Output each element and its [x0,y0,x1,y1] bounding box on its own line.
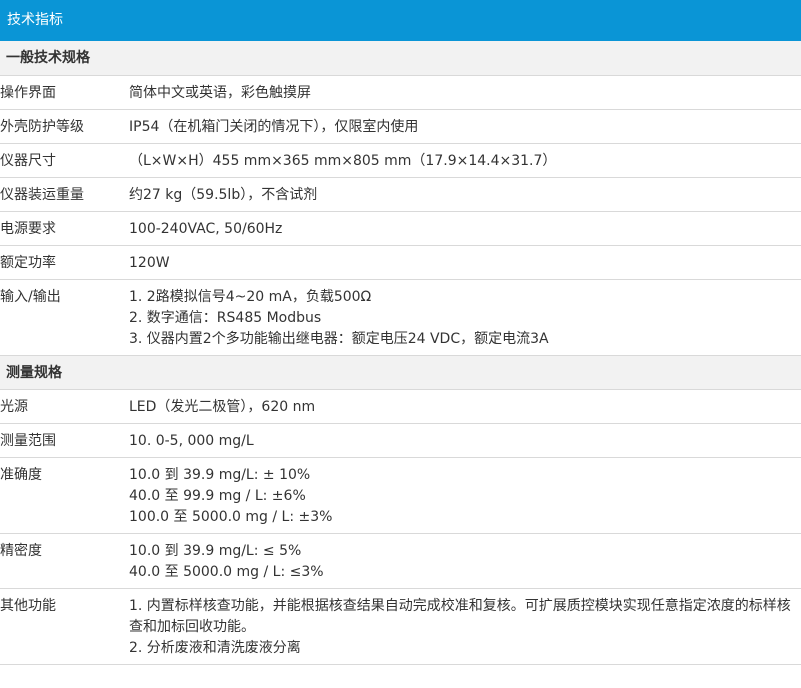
spec-value-line: 40.0 至 5000.0 mg / L: ≤3% [129,563,324,580]
spec-value: 120W [129,245,801,280]
spec-value-line: 1. 2路模拟信号4~20 mA，负载500Ω [129,288,372,305]
spec-row: 精密度 10.0 到 39.9 mg/L: ≤ 5% 40.0 至 5000.0 m… [0,533,801,589]
spec-value-line: LED（发光二极管），620 nm [129,398,316,415]
spec-value-line: 2. 数字通信：RS485 Modbus [129,309,322,326]
spec-value-line: 2. 分析废液和清洗废液分离 [129,639,301,656]
spec-value-line: 3. 仪器内置2个多功能输出继电器：额定电压24 VDC，额定电流3A [129,330,549,347]
spec-label: 外壳防护等级 [0,109,129,144]
spec-row: 输入/输出 1. 2路模拟信号4~20 mA，负载500Ω 2. 数字通信：RS48… [0,279,801,356]
spec-label: 输入/输出 [0,279,129,356]
spec-value-line: 10.0 到 39.9 mg/L: ± 10% [129,466,311,483]
spec-value: LED（发光二极管），620 nm [129,389,801,424]
spec-label: 测量范围 [0,423,129,458]
spec-value-line: 1. 内置标样核查功能，并能根据核查结果自动完成校准和复核。可扩展质控模块实现任… [129,597,791,635]
spec-value: （L×W×H）455 mm×365 mm×805 mm（17.9×14.4×31… [129,143,801,178]
spec-value: 10.0 到 39.9 mg/L: ≤ 5% 40.0 至 5000.0 mg /… [129,533,801,589]
spec-value: 约27 kg（59.5lb），不含试剂 [129,177,801,212]
spec-value: 1. 内置标样核查功能，并能根据核查结果自动完成校准和复核。可扩展质控模块实现任… [129,588,801,665]
spec-value-line: （L×W×H）455 mm×365 mm×805 mm（17.9×14.4×31… [129,152,557,169]
spec-value-line: 120W [129,254,170,271]
spec-label: 仪器装运重量 [0,177,129,212]
section-title: 测量规格 [0,355,801,390]
spec-row: 其他功能 1. 内置标样核查功能，并能根据核查结果自动完成校准和复核。可扩展质控模… [0,588,801,665]
spec-value: 10.0 到 39.9 mg/L: ± 10% 40.0 至 99.9 mg / … [129,457,801,534]
spec-label: 额定功率 [0,245,129,280]
spec-table: 一般技术规格 操作界面 简体中文或英语，彩色触摸屏 外壳防护等级 IP54（在机箱门关闭… [0,41,801,665]
spec-value-line: 40.0 至 99.9 mg / L: ±6% [129,487,306,504]
spec-value: 10. 0-5, 000 mg/L [129,423,801,458]
spec-value-line: 10. 0-5, 000 mg/L [129,432,254,449]
spec-value-line: 100-240VAC, 50/60Hz [129,220,283,237]
spec-row: 光源 LED（发光二极管），620 nm [0,389,801,424]
spec-row: 测量范围 10. 0-5, 000 mg/L [0,423,801,458]
section-header: 测量规格 [0,355,801,390]
spec-value-line: 100.0 至 5000.0 mg / L: ±3% [129,508,333,525]
page-title: 技术指标 [0,0,801,41]
spec-value: 简体中文或英语，彩色触摸屏 [129,75,801,110]
spec-value: 1. 2路模拟信号4~20 mA，负载500Ω 2. 数字通信：RS485 Mod… [129,279,801,356]
spec-row: 仪器装运重量 约27 kg（59.5lb），不含试剂 [0,177,801,212]
spec-row: 准确度 10.0 到 39.9 mg/L: ± 10% 40.0 至 99.9 mg… [0,457,801,534]
spec-value-line: 简体中文或英语，彩色触摸屏 [129,84,311,101]
spec-label: 准确度 [0,457,129,534]
spec-value: 100-240VAC, 50/60Hz [129,211,801,246]
spec-value-line: 约27 kg（59.5lb），不含试剂 [129,186,318,203]
spec-label: 其他功能 [0,588,129,665]
spec-label: 电源要求 [0,211,129,246]
spec-row: 外壳防护等级 IP54（在机箱门关闭的情况下），仅限室内使用 [0,109,801,144]
section-header: 一般技术规格 [0,41,801,76]
spec-row: 额定功率 120W [0,245,801,280]
spec-row: 操作界面 简体中文或英语，彩色触摸屏 [0,75,801,110]
spec-value-line: IP54（在机箱门关闭的情况下），仅限室内使用 [129,118,419,135]
spec-label: 光源 [0,389,129,424]
spec-label: 精密度 [0,533,129,589]
spec-row: 仪器尺寸 （L×W×H）455 mm×365 mm×805 mm（17.9×14.… [0,143,801,178]
spec-value: IP54（在机箱门关闭的情况下），仅限室内使用 [129,109,801,144]
section-title: 一般技术规格 [0,41,801,76]
spec-label: 操作界面 [0,75,129,110]
spec-value-line: 10.0 到 39.9 mg/L: ≤ 5% [129,542,302,559]
spec-row: 电源要求 100-240VAC, 50/60Hz [0,211,801,246]
spec-label: 仪器尺寸 [0,143,129,178]
